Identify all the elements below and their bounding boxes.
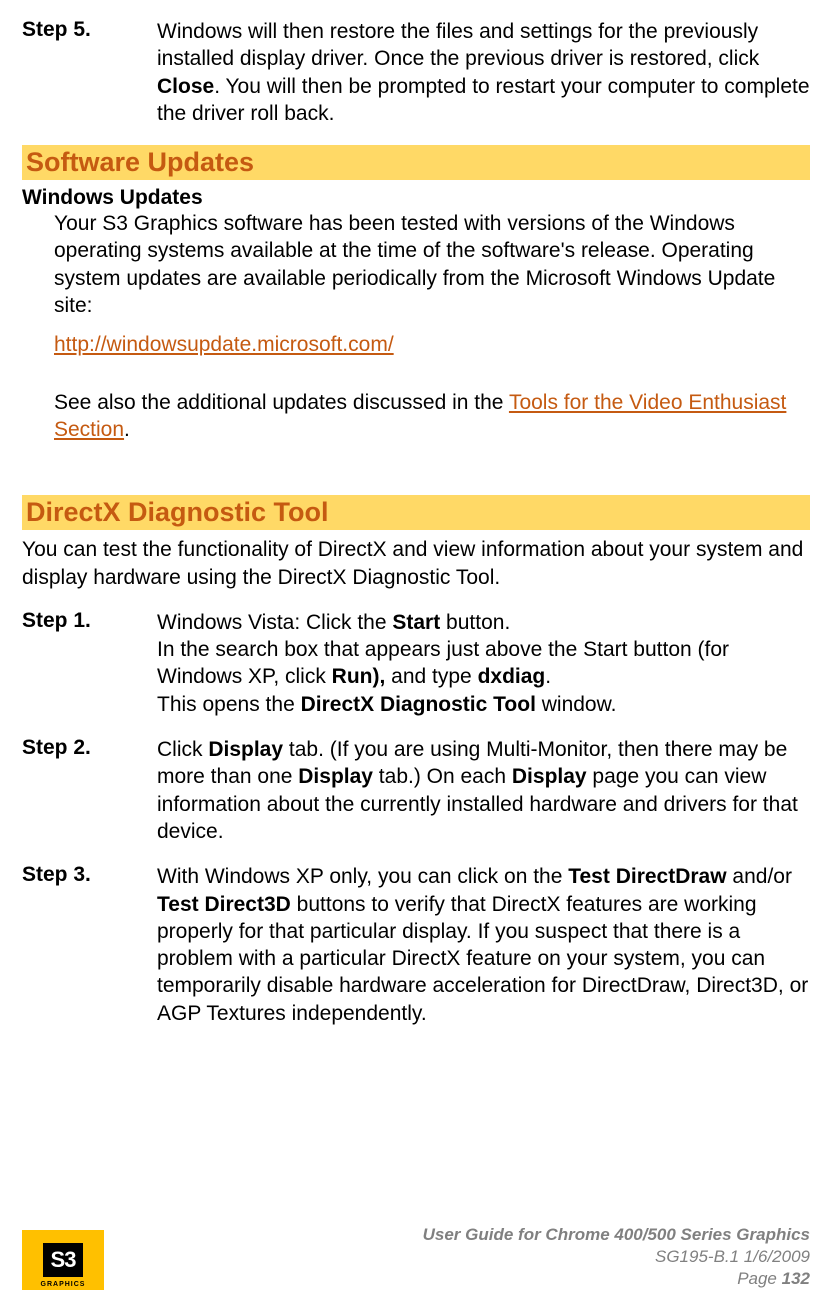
see-also-pre: See also the additional updates discusse…: [54, 391, 509, 414]
s1-l3-post: window.: [536, 693, 617, 716]
software-updates-heading: Software Updates: [22, 145, 810, 180]
windows-update-link-wrap: http://windowsupdate.microsoft.com/: [54, 331, 810, 358]
windows-updates-body1: Your S3 Graphics software has been teste…: [54, 210, 810, 319]
s1-l1-pre: Windows Vista: Click the: [157, 611, 392, 634]
directx-step2-label: Step 2.: [22, 736, 157, 845]
step5-row: Step 5. Windows will then restore the fi…: [22, 18, 810, 127]
directx-step1-label: Step 1.: [22, 609, 157, 718]
step5-close: Close: [157, 75, 214, 98]
footer-text: User Guide for Chrome 400/500 Series Gra…: [423, 1224, 810, 1290]
s3-b2: Test Direct3D: [157, 893, 291, 916]
s2-b3: Display: [512, 765, 587, 788]
s1-l3-b: DirectX Diagnostic Tool: [301, 693, 536, 716]
directx-step3-row: Step 3. With Windows XP only, you can cl…: [22, 863, 810, 1027]
see-also-text: See also the additional updates discusse…: [54, 389, 810, 444]
windows-update-link[interactable]: http://windowsupdate.microsoft.com/: [54, 333, 394, 356]
windows-updates-subheading: Windows Updates: [22, 186, 810, 210]
directx-heading: DirectX Diagnostic Tool: [22, 495, 810, 530]
s2-pre: Click: [157, 738, 208, 761]
s1-l2-mid: and type: [385, 665, 477, 688]
s1-l1-b: Start: [392, 611, 440, 634]
s1-l2-b2: dxdiag: [478, 665, 546, 688]
s1-l2-post: .: [545, 665, 551, 688]
footer-page: Page 132: [423, 1268, 810, 1290]
footer-doc-id: SG195-B.1 1/6/2009: [423, 1246, 810, 1268]
s2-mid2: tab.) On each: [373, 765, 512, 788]
directx-step2-body: Click Display tab. (If you are using Mul…: [157, 736, 810, 845]
footer-page-num: 132: [782, 1269, 810, 1288]
step5-text-pre: Windows will then restore the files and …: [157, 20, 759, 70]
s2-b1: Display: [208, 738, 283, 761]
page-content: Step 5. Windows will then restore the fi…: [0, 0, 832, 1027]
spacer: [22, 371, 810, 389]
directx-step1-row: Step 1. Windows Vista: Click the Start b…: [22, 609, 810, 718]
directx-step3-label: Step 3.: [22, 863, 157, 1027]
step5-body: Windows will then restore the files and …: [157, 18, 810, 127]
s3-logo-sub: GRAPHICS: [41, 1281, 86, 1288]
directx-step2-row: Step 2. Click Display tab. (If you are u…: [22, 736, 810, 845]
step5-label: Step 5.: [22, 18, 157, 127]
directx-intro: You can test the functionality of Direct…: [22, 536, 810, 591]
see-also-post: .: [124, 418, 130, 441]
step5-text-post: . You will then be prompted to restart y…: [157, 75, 810, 125]
directx-step1-body: Windows Vista: Click the Start button. I…: [157, 609, 810, 718]
s3-logo: S3 GRAPHICS: [22, 1230, 104, 1290]
s1-l3-pre: This opens the: [157, 693, 301, 716]
s2-b2: Display: [298, 765, 373, 788]
page-footer: S3 GRAPHICS User Guide for Chrome 400/50…: [22, 1224, 810, 1290]
directx-step3-body: With Windows XP only, you can click on t…: [157, 863, 810, 1027]
footer-title: User Guide for Chrome 400/500 Series Gra…: [423, 1224, 810, 1246]
s3-mid1: and/or: [727, 865, 792, 888]
s3-b1: Test DirectDraw: [568, 865, 726, 888]
spacer: [22, 455, 810, 485]
s3-logo-text: S3: [43, 1243, 84, 1277]
s3-pre: With Windows XP only, you can click on t…: [157, 865, 568, 888]
s1-l1-post: button.: [440, 611, 510, 634]
s1-l2-b1: Run),: [332, 665, 386, 688]
footer-page-label: Page: [737, 1269, 781, 1288]
